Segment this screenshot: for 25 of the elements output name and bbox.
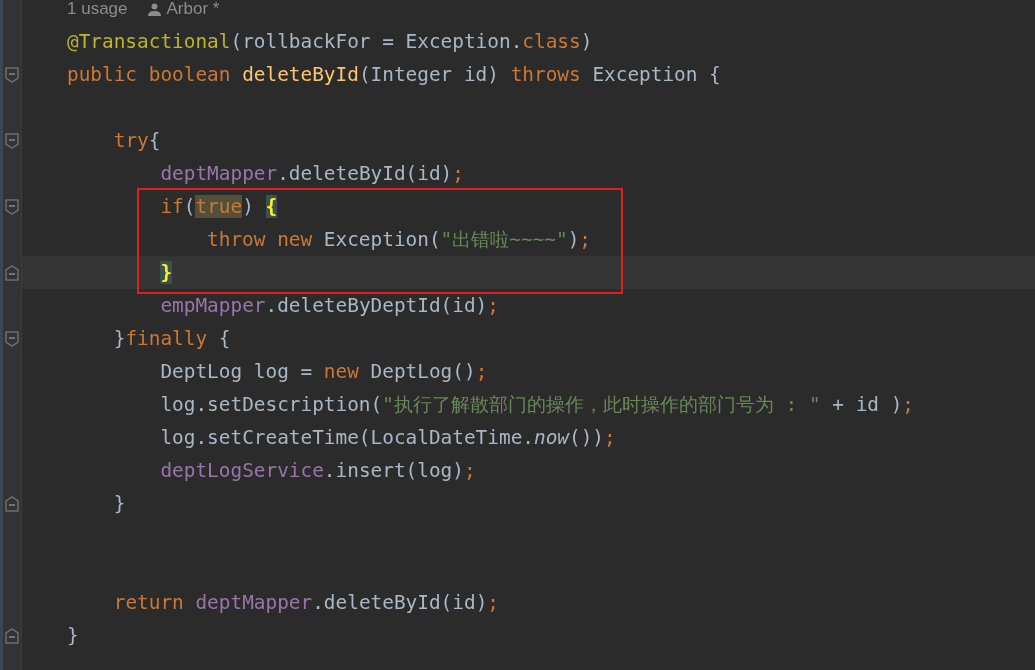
fold-icon[interactable]: [5, 66, 19, 83]
code-line: log.setCreateTime(LocalDateTime.now());: [159, 425, 616, 451]
fold-icon[interactable]: [5, 198, 19, 215]
code-line: DeptLog log = new DeptLog();: [159, 359, 488, 385]
fold-icon[interactable]: [5, 330, 19, 347]
code-line: log.setDescription("执行了解散部门的操作，此时操作的部门号为 : " + id );: [159, 392, 914, 418]
usages-hint[interactable]: 1 usage: [67, 0, 128, 18]
code-line: try{: [112, 128, 161, 154]
code-line: }: [67, 623, 79, 649]
fold-icon[interactable]: [5, 132, 19, 149]
code-line: empMapper.deleteByDeptId(id);: [159, 293, 499, 319]
fold-icon[interactable]: [5, 264, 19, 281]
code-line: public boolean deleteById(Integer id) throws Exception {: [67, 62, 721, 88]
code-line: if(true) {: [159, 194, 278, 220]
person-icon: [147, 2, 161, 16]
code-line: }: [112, 491, 126, 517]
code-line: throw new Exception("出错啦~~~~");: [206, 227, 591, 253]
fold-icon[interactable]: [5, 495, 19, 512]
code-line: deptMapper.deleteById(id);: [159, 161, 464, 187]
code-line: return deptMapper.deleteById(id);: [112, 590, 499, 616]
code-line: deptLogService.insert(log);: [159, 458, 476, 484]
code-line: }finally {: [112, 326, 231, 352]
fold-icon[interactable]: [5, 627, 19, 644]
author-hint[interactable]: Arbor *: [166, 0, 220, 18]
code-line: @Transactional(rollbackFor = Exception.class): [67, 29, 593, 55]
